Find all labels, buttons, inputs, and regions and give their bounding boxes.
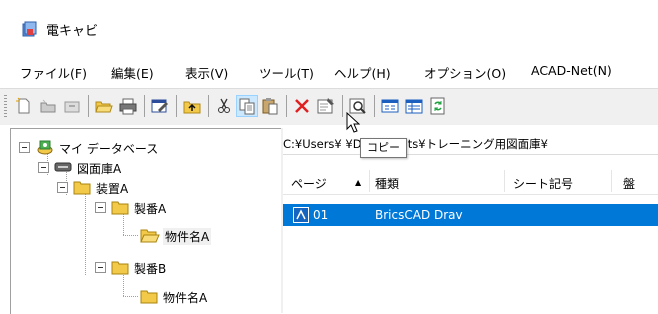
toolbar-separator [342,95,343,117]
tree-node[interactable]: 物件名A [11,286,271,306]
tree-node[interactable]: 物件名A [11,225,271,245]
content-pane: C:¥Users¥ ¥Documents¥トレーニング用図面庫¥ ページ ▲ 種… [283,128,658,313]
toolbar-separator [144,95,145,117]
title-bar: 電キャビ [0,0,658,52]
edit-properties-icon[interactable] [150,96,170,116]
menu-bar: ファイル(F) 編集(E) 表示(V) ツール(T) ヘルプ(H) オプション(… [0,55,658,85]
print-icon[interactable] [118,96,138,116]
drawer-icon [54,162,72,172]
menu-tools[interactable]: ツール(T) [259,63,314,82]
tree-node-label: 物件名A [163,291,208,305]
path-text: C:¥Users¥ ¥Documents¥トレーニング用図面庫¥ [283,137,548,151]
toolbar-separator [286,95,287,117]
toolbar-grip[interactable] [4,95,7,117]
new-document-icon[interactable] [14,96,34,116]
menu-help[interactable]: ヘルプ(H) [334,63,391,82]
menu-options[interactable]: オプション(O) [424,63,506,82]
collapse-icon[interactable] [19,142,30,153]
collapse-icon[interactable] [95,202,106,213]
toolbar-separator [176,95,177,117]
tooltip: コピー [360,138,407,158]
tree-node-label: 製番A [134,202,167,216]
collapse-icon[interactable] [57,182,68,193]
tree-node-label: 製番B [134,262,167,276]
row-page: 01 [313,208,329,222]
tree-node-label: 装置A [96,182,129,196]
path-bar: C:¥Users¥ ¥Documents¥トレーニング用図面庫¥ [283,132,658,155]
column-divider[interactable] [611,170,612,192]
cut-icon[interactable] [214,96,234,116]
new-drawer-icon[interactable] [62,96,82,116]
tree-pane: マイ データベース 図面庫A 装置A 製番A 物件名A 製番B 物件名A [10,128,281,314]
properties-icon[interactable] [316,96,336,116]
collapse-icon[interactable] [38,162,49,173]
view-list-icon[interactable] [380,96,400,116]
menu-edit[interactable]: 編集(E) [111,63,154,82]
column-header-page[interactable]: ページ [291,175,327,192]
tree-node[interactable]: 図面庫A [11,157,271,177]
row-type: BricsCAD Drav [375,208,463,222]
window-title: 電キャビ [46,24,99,39]
tree-node-label: 図面庫A [77,162,122,176]
tree-node-root[interactable]: マイ データベース [11,137,271,157]
folder-icon [111,201,129,215]
table-row[interactable]: 01 BricsCAD Drav [283,204,658,226]
view-details-icon[interactable] [404,96,424,116]
toolbar-separator [88,95,89,117]
tree-node-label: マイ データベース [59,142,159,156]
folder-icon [111,261,129,275]
folder-icon [140,290,158,304]
open-folder-icon[interactable] [94,96,114,116]
column-header-type[interactable]: 種類 [375,175,399,192]
folder-icon [73,181,91,195]
toolbar-separator [374,95,375,117]
paste-icon[interactable] [260,96,280,116]
mouse-cursor-icon [346,112,360,133]
bricscad-file-icon [293,207,309,223]
collapse-icon[interactable] [95,262,106,273]
up-folder-icon[interactable] [182,96,202,116]
app-icon [22,21,37,37]
toolbar-separator [208,95,209,117]
column-divider[interactable] [504,170,505,192]
menu-acad-net[interactable]: ACAD-Net(N) [531,63,612,78]
menu-view[interactable]: 表示(V) [185,63,228,82]
new-folder-icon[interactable] [38,96,58,116]
column-divider[interactable] [369,170,370,192]
toolbar [0,88,658,125]
database-icon [37,140,53,155]
tree-node-label: 物件名A [163,228,212,245]
list-header: ページ ▲ 種類 シート記号 盤 [283,168,658,195]
sort-ascending-icon: ▲ [355,178,362,187]
copy-icon[interactable] [236,95,258,117]
open-folder-icon [140,229,160,243]
column-header-sheet-code[interactable]: シート記号 [513,175,573,192]
delete-icon[interactable] [292,96,312,116]
tree-node[interactable]: 製番B [11,257,271,277]
menu-file[interactable]: ファイル(F) [20,63,87,82]
column-header-panel[interactable]: 盤 [623,175,635,192]
tree-node[interactable]: 製番A [11,197,271,217]
refresh-icon[interactable] [428,96,448,116]
tree-node[interactable]: 装置A [11,177,271,197]
